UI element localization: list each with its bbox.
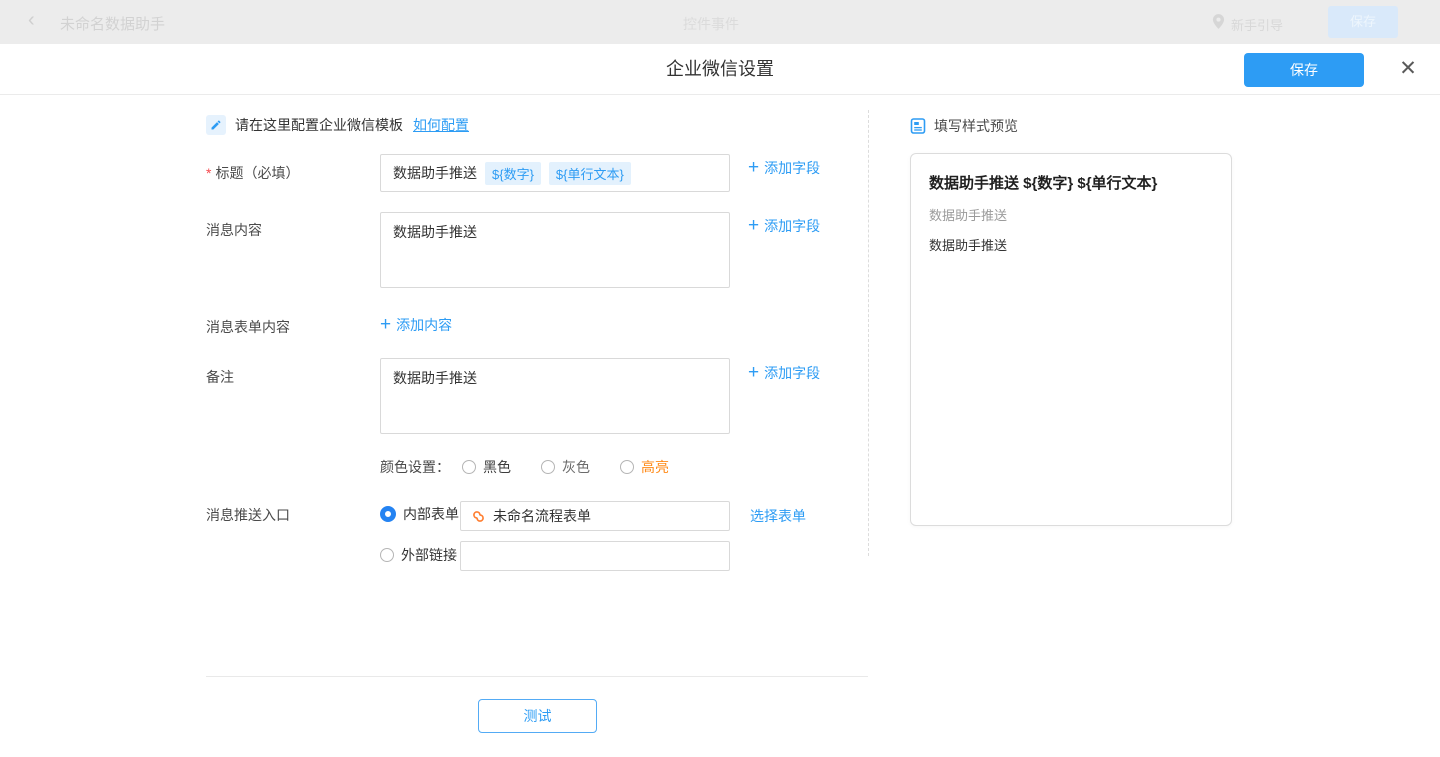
color-setting-row: 颜色设置： 黑色 灰色 高亮 [380,457,699,477]
radio-gray[interactable] [541,460,555,474]
add-content-link[interactable]: + 添加内容 [380,315,452,335]
form-bottom-divider [206,676,868,677]
remark-textarea[interactable]: 数据助手推送 [380,358,730,434]
internal-form-value: 未命名流程表单 [493,506,591,526]
guide-label: 新手引导 [1231,15,1283,34]
external-link-option[interactable]: 外部链接 [380,545,457,565]
preview-header: 填写样式预览 [910,116,1018,136]
test-button[interactable]: 测试 [478,699,597,733]
remark-textarea-text: 数据助手推送 [393,370,477,386]
plus-icon: + [380,317,391,333]
remark-field-label: 备注 [206,367,234,387]
title-input-text: 数据助手推送 [393,163,477,183]
required-asterisk: * [206,165,211,181]
save-button[interactable]: 保存 [1244,53,1364,87]
link-chain-icon [471,509,486,524]
location-pin-icon [1212,13,1225,30]
back-chevron-icon: ‹ [28,9,35,32]
how-to-configure-link[interactable]: 如何配置 [413,115,469,135]
radio-external-link[interactable] [380,548,394,562]
push-entry-label: 消息推送入口 [206,505,290,525]
add-field-link-remark[interactable]: + 添加字段 [748,363,820,383]
title-field-label: *标题（必填） [206,163,299,183]
title-input[interactable]: 数据助手推送 ${数字} ${单行文本} [380,154,730,192]
preview-card: 数据助手推送 ${数字} ${单行文本} 数据助手推送 数据助手推送 [910,153,1232,526]
background-app-bar: ‹ 未命名数据助手 控件事件 新手引导 保存 [0,0,1440,44]
token-number[interactable]: ${数字} [485,162,541,185]
color-option-black[interactable]: 黑色 [462,457,511,477]
plus-icon: + [748,218,759,234]
add-field-link-content[interactable]: + 添加字段 [748,216,820,236]
radio-internal-form[interactable] [380,506,396,522]
radio-black[interactable] [462,460,476,474]
app-title: 未命名数据助手 [60,13,165,34]
config-note-text: 请在这里配置企业微信模板 [235,115,403,135]
preview-title: 填写样式预览 [934,116,1018,136]
modal-body: 请在这里配置企业微信模板 如何配置 *标题（必填） 数据助手推送 ${数字} $… [0,95,1440,757]
internal-form-input[interactable]: 未命名流程表单 [460,501,730,531]
pencil-icon [206,115,226,135]
color-option-gray[interactable]: 灰色 [541,457,590,477]
tab-widget-events: 控件事件 [683,14,739,34]
select-form-link[interactable]: 选择表单 [750,506,806,526]
form-content-label: 消息表单内容 [206,317,290,337]
content-textarea[interactable]: 数据助手推送 [380,212,730,288]
preview-message-content: 数据助手推送 [929,207,1213,225]
plus-icon: + [748,365,759,381]
preview-message-remark: 数据助手推送 [929,237,1213,255]
vertical-dashed-divider [868,110,869,556]
plus-icon: + [748,160,759,176]
preview-message-title: 数据助手推送 ${数字} ${单行文本} [929,174,1213,194]
document-icon [910,118,926,134]
modal-title: 企业微信设置 [0,44,1440,95]
content-field-label: 消息内容 [206,220,262,240]
close-icon[interactable]: ✕ [1394,55,1422,83]
add-field-link-title[interactable]: + 添加字段 [748,158,820,178]
config-note-row: 请在这里配置企业微信模板 如何配置 [206,115,469,135]
content-textarea-text: 数据助手推送 [393,224,477,240]
background-save-button: 保存 [1328,6,1398,38]
color-setting-label: 颜色设置： [380,457,450,477]
radio-highlight[interactable] [620,460,634,474]
external-link-input[interactable] [460,541,730,571]
modal-header: 企业微信设置 保存 ✕ [0,44,1440,95]
token-single-line-text[interactable]: ${单行文本} [549,162,631,185]
internal-form-option[interactable]: 内部表单 [380,504,459,524]
color-option-highlight[interactable]: 高亮 [620,457,669,477]
